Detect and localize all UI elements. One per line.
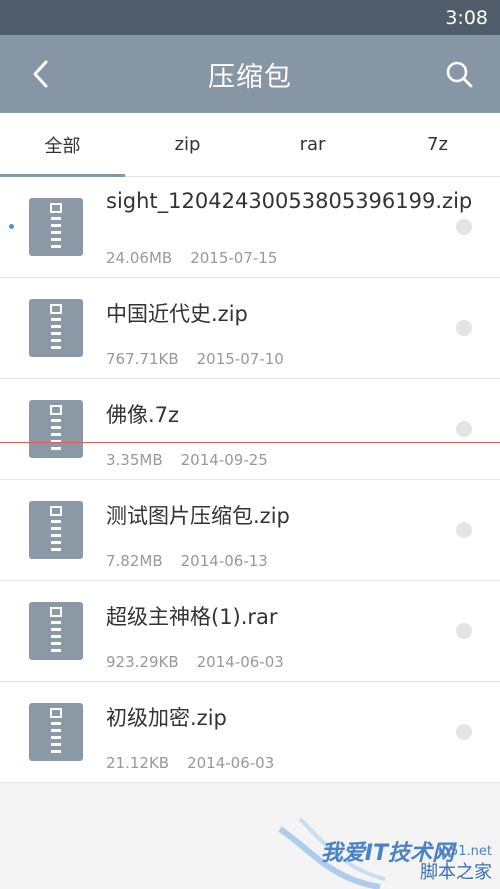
file-meta: 3.35MB 2014-09-25 xyxy=(106,451,268,469)
file-size: 923.29KB xyxy=(106,653,179,671)
app-bar: 压缩包 xyxy=(0,35,500,113)
list-item[interactable]: 中国近代史.zip 767.71KB 2015-07-10 xyxy=(0,278,500,379)
file-meta: 7.82MB 2014-06-13 xyxy=(106,552,268,570)
file-name: 测试图片压缩包.zip xyxy=(106,504,290,528)
watermark-site: jb51.net xyxy=(438,844,492,859)
file-size: 767.71KB xyxy=(106,350,179,368)
file-meta: 24.06MB 2015-07-15 xyxy=(106,249,277,267)
file-date: 2015-07-10 xyxy=(196,350,284,368)
list-item[interactable]: 初级加密.zip 21.12KB 2014-06-03 xyxy=(0,682,500,783)
select-checkbox[interactable] xyxy=(456,623,472,639)
select-checkbox[interactable] xyxy=(456,320,472,336)
annotation-line xyxy=(0,442,500,443)
tab-7z[interactable]: 7z xyxy=(375,113,500,176)
tab-zip[interactable]: zip xyxy=(125,113,250,176)
file-meta: 923.29KB 2014-06-03 xyxy=(106,653,284,671)
file-date: 2015-07-15 xyxy=(190,249,278,267)
file-name: 中国近代史.zip xyxy=(106,302,248,326)
file-name: sight_12042430053805396199.zip xyxy=(106,189,473,213)
select-checkbox[interactable] xyxy=(456,522,472,538)
select-checkbox[interactable] xyxy=(456,724,472,740)
select-checkbox[interactable] xyxy=(456,219,472,235)
file-date: 2014-06-13 xyxy=(180,552,268,570)
list-item[interactable]: sight_12042430053805396199.zip 24.06MB 20… xyxy=(0,177,500,278)
file-date: 2014-06-03 xyxy=(187,754,275,772)
tab-all[interactable]: 全部 xyxy=(0,113,125,177)
file-list: sight_12042430053805396199.zip 24.06MB 20… xyxy=(0,177,500,783)
list-item[interactable]: 佛像.7z 3.35MB 2014-09-25 xyxy=(0,379,500,480)
file-size: 3.35MB xyxy=(106,451,163,469)
archive-icon xyxy=(29,703,83,761)
new-indicator-dot xyxy=(9,224,14,229)
search-button[interactable] xyxy=(440,55,478,93)
file-date: 2014-09-25 xyxy=(180,451,268,469)
search-icon xyxy=(446,61,473,88)
archive-icon xyxy=(29,400,83,458)
file-date: 2014-06-03 xyxy=(196,653,284,671)
select-checkbox[interactable] xyxy=(456,421,472,437)
archive-icon xyxy=(29,602,83,660)
archive-icon xyxy=(29,299,83,357)
file-size: 7.82MB xyxy=(106,552,163,570)
tab-bar: 全部 zip rar 7z xyxy=(0,113,500,177)
archive-icon xyxy=(29,198,83,256)
list-item[interactable]: 测试图片压缩包.zip 7.82MB 2014-06-13 xyxy=(0,480,500,581)
list-item[interactable]: 超级主神格(1).rar 923.29KB 2014-06-03 xyxy=(0,581,500,682)
file-name: 初级加密.zip xyxy=(106,706,227,730)
tab-rar[interactable]: rar xyxy=(250,113,375,176)
file-meta: 767.71KB 2015-07-10 xyxy=(106,350,284,368)
page-title: 压缩包 xyxy=(208,61,292,93)
watermark: 我爱IT技术网 jb51.net 脚本之家 xyxy=(270,809,500,889)
file-size: 24.06MB xyxy=(106,249,173,267)
file-name: 佛像.7z xyxy=(106,403,180,427)
status-bar: 3:08 xyxy=(0,0,500,35)
watermark-cn: 脚本之家 xyxy=(420,862,492,883)
file-size: 21.12KB xyxy=(106,754,170,772)
status-time: 3:08 xyxy=(445,6,488,29)
chevron-left-icon xyxy=(33,60,48,88)
archive-icon xyxy=(29,501,83,559)
back-button[interactable] xyxy=(22,55,60,93)
file-meta: 21.12KB 2014-06-03 xyxy=(106,754,274,772)
file-name: 超级主神格(1).rar xyxy=(106,605,278,629)
